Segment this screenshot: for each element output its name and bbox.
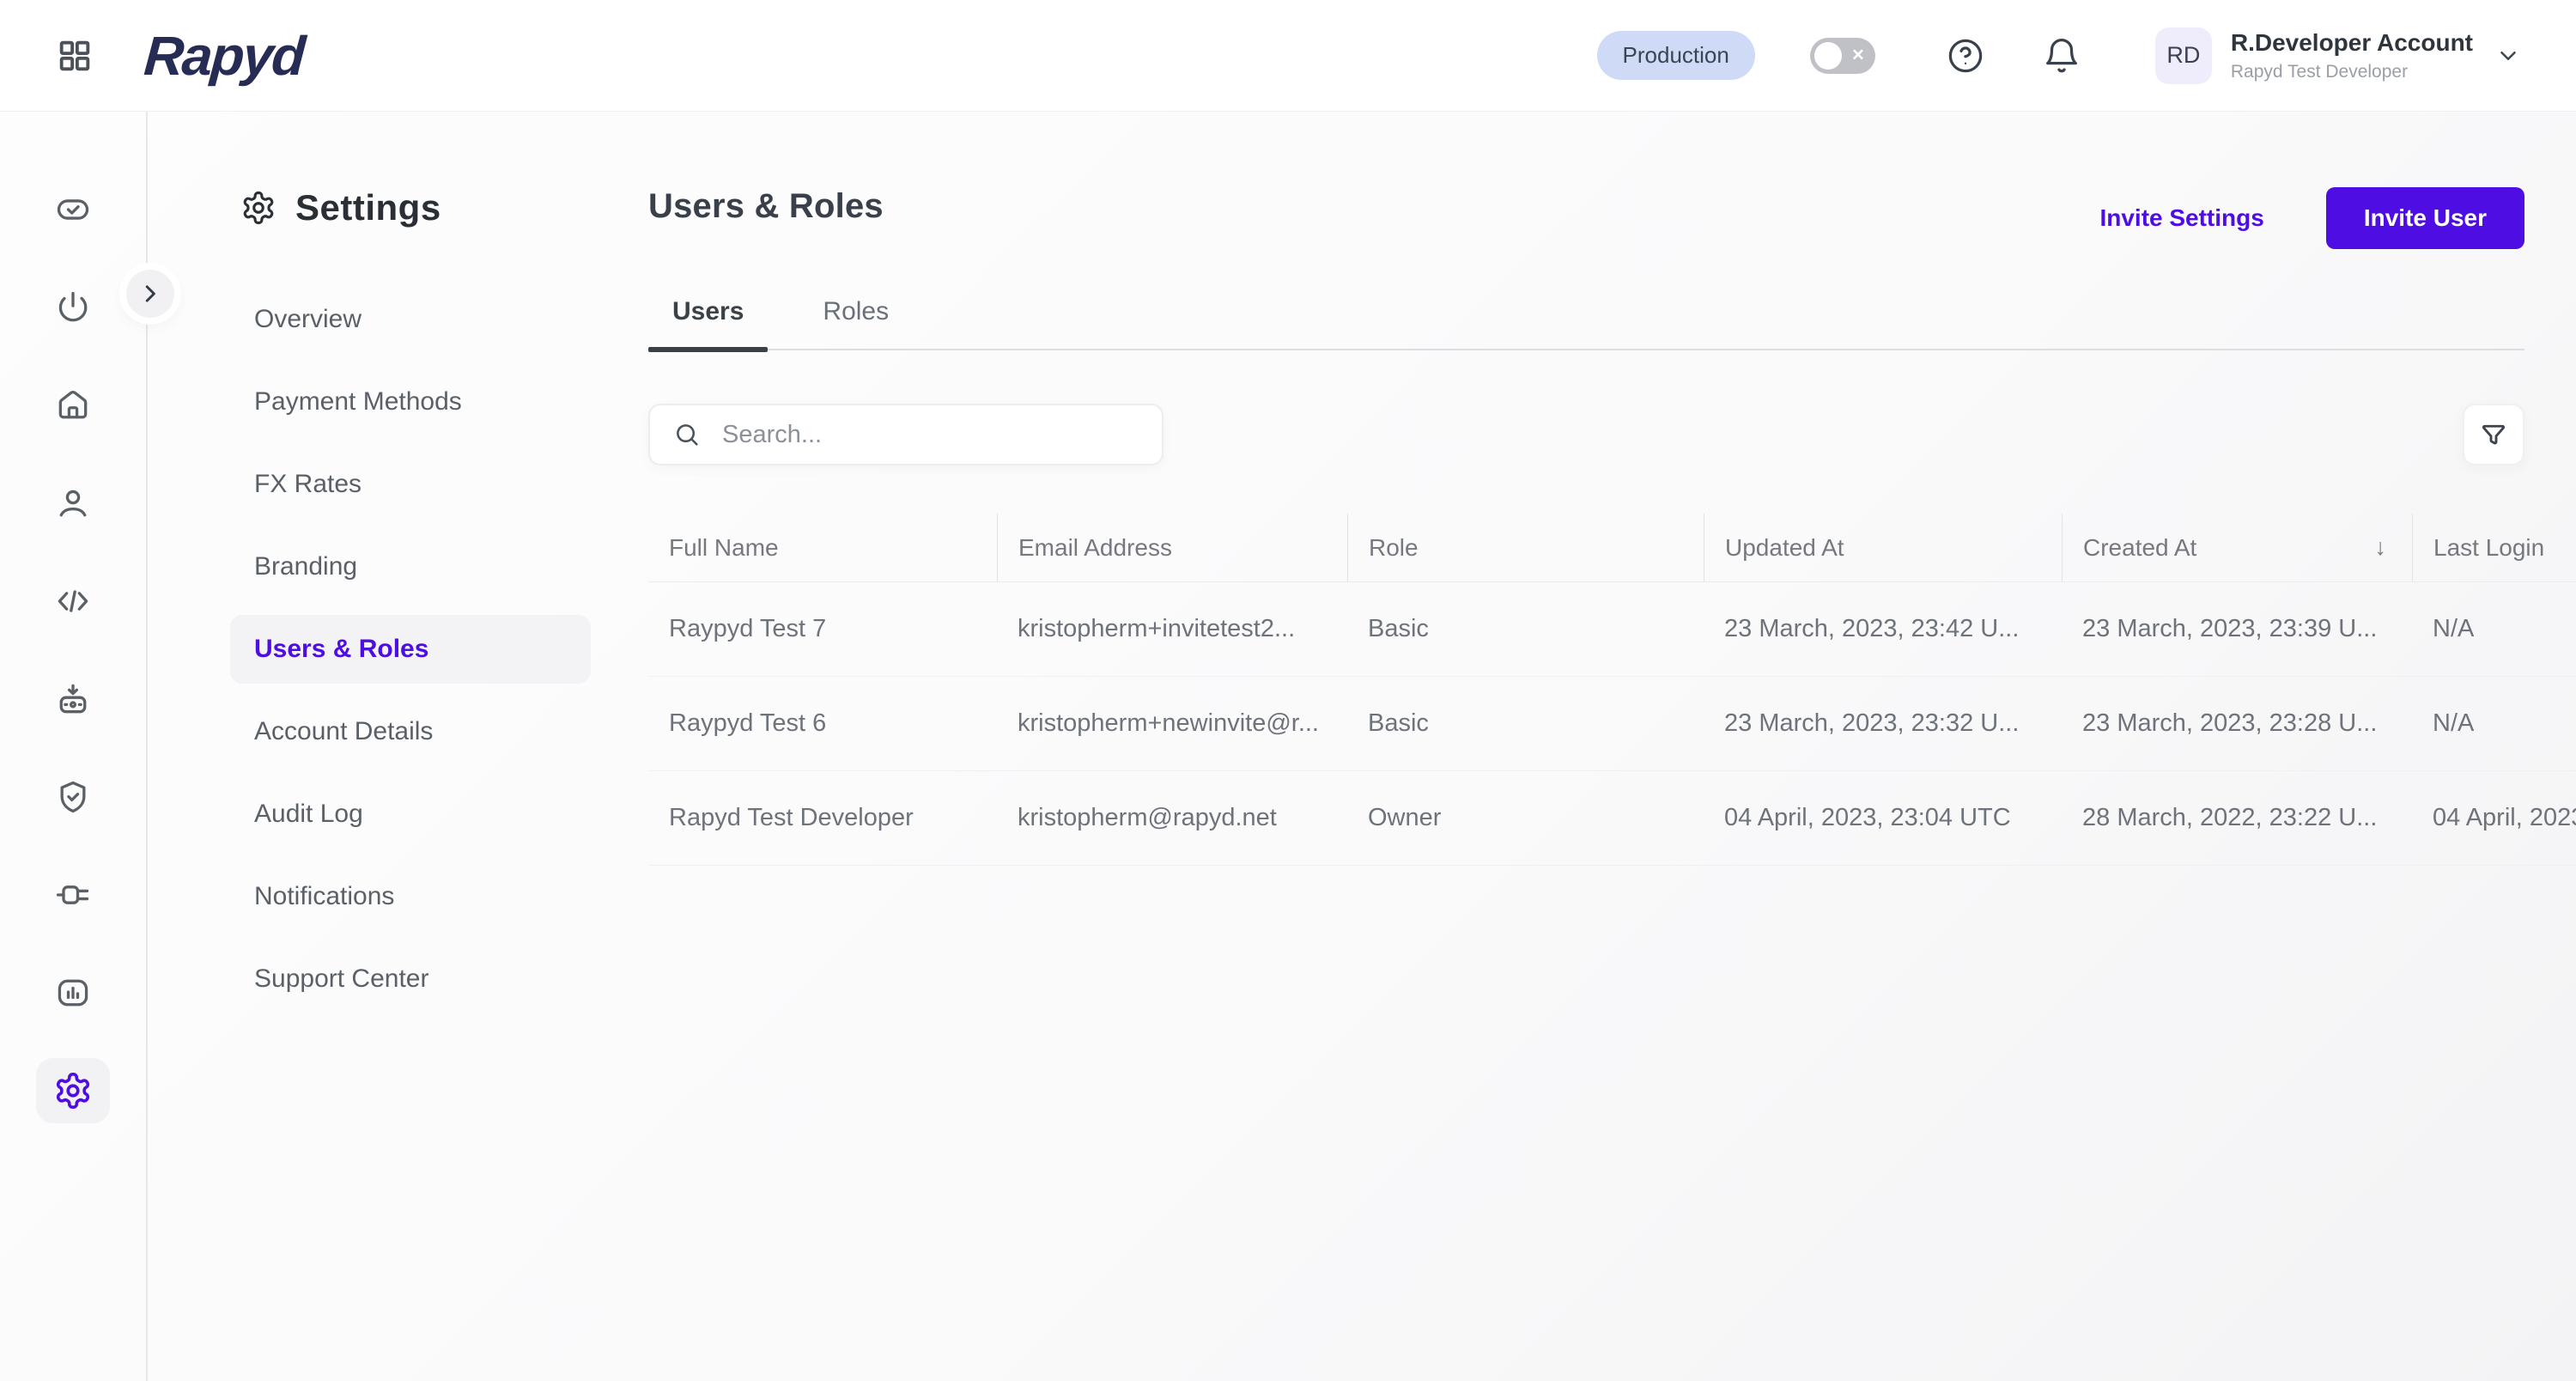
- rapyd-logo[interactable]: Rapyd: [142, 24, 306, 88]
- sort-descending-icon[interactable]: ↓: [2375, 534, 2392, 561]
- settings-item-branding[interactable]: Branding: [230, 532, 591, 601]
- main-content: Users & Roles Invite Settings Invite Use…: [635, 112, 2576, 1381]
- users-table: Full Name Email Address Role Updated At …: [648, 514, 2576, 866]
- sidebar-item-settings[interactable]: [36, 1058, 110, 1123]
- account-name: R.Developer Account: [2230, 28, 2473, 56]
- tab-roles[interactable]: Roles: [799, 297, 913, 349]
- toggle-knob: [1814, 41, 1842, 70]
- verify-check-icon: [54, 191, 92, 228]
- page-title: Users & Roles: [648, 187, 884, 225]
- sidebar-item-activate[interactable]: [36, 275, 110, 340]
- topbar: Rapyd Production × RD R.Developer Accoun…: [0, 0, 2576, 112]
- settings-item-audit-log[interactable]: Audit Log: [230, 780, 591, 849]
- filter-button[interactable]: [2463, 404, 2524, 465]
- cell-updated-at: 23 March, 2023, 23:32 U...: [1724, 709, 2020, 737]
- sidebar-expand-button[interactable]: [126, 270, 174, 318]
- cell-last-login: N/A: [2433, 615, 2475, 642]
- cell-full-name: Raypyd Test 7: [669, 615, 827, 642]
- toggle-off-label: ×: [1851, 43, 1864, 67]
- shield-check-icon: [54, 778, 92, 816]
- cell-created-at: 23 March, 2023, 23:28 U...: [2082, 709, 2378, 737]
- search-box[interactable]: [648, 404, 1163, 465]
- settings-item-users-roles[interactable]: Users & Roles: [230, 615, 591, 684]
- filter-funnel-icon: [2478, 419, 2509, 450]
- account-subtitle: Rapyd Test Developer: [2230, 61, 2409, 82]
- cell-email: kristopherm@rapyd.net: [1018, 804, 1277, 831]
- search-input[interactable]: [722, 420, 1139, 449]
- home-icon: [54, 386, 92, 424]
- column-header-email[interactable]: Email Address: [997, 514, 1347, 581]
- settings-item-account-details[interactable]: Account Details: [230, 697, 591, 766]
- table-row[interactable]: Raypyd Test 7 kristopherm+invitetest2...…: [648, 582, 2576, 677]
- cell-full-name: Rapyd Test Developer: [669, 804, 914, 831]
- settings-item-notifications[interactable]: Notifications: [230, 862, 591, 931]
- cell-created-at: 28 March, 2022, 23:22 U...: [2082, 804, 2378, 831]
- sidebar-item-customers[interactable]: [36, 471, 110, 536]
- sidebar-item-integrations[interactable]: [36, 862, 110, 928]
- settings-nav: Settings Overview Payment Methods FX Rat…: [148, 112, 635, 1381]
- plug-icon: [54, 876, 92, 914]
- cell-email: kristopherm+invitetest2...: [1018, 615, 1296, 642]
- cell-email: kristopherm+newinvite@r...: [1018, 709, 1319, 737]
- sidebar-item-compliance[interactable]: [36, 764, 110, 830]
- settings-item-fx-rates[interactable]: FX Rates: [230, 450, 591, 519]
- environment-toggle[interactable]: ×: [1809, 37, 1875, 74]
- invite-user-button[interactable]: Invite User: [2325, 187, 2524, 249]
- collect-payin-icon: [54, 680, 92, 718]
- sidebar-item-verify[interactable]: [36, 177, 110, 242]
- sidebar-item-analytics[interactable]: [36, 960, 110, 1025]
- column-header-role[interactable]: Role: [1347, 514, 1704, 581]
- search-icon: [672, 420, 702, 449]
- sidebar-item-collect[interactable]: [36, 666, 110, 732]
- apps-grid-icon[interactable]: [55, 36, 94, 76]
- gear-icon: [53, 1071, 93, 1110]
- sidebar-item-developers[interactable]: [36, 569, 110, 634]
- table-header-row: Full Name Email Address Role Updated At …: [648, 514, 2576, 582]
- invite-settings-link[interactable]: Invite Settings: [2099, 204, 2263, 232]
- cell-updated-at: 23 March, 2023, 23:42 U...: [1724, 615, 2020, 642]
- code-icon: [54, 582, 92, 620]
- bar-chart-icon: [54, 974, 92, 1012]
- cell-full-name: Raypyd Test 6: [669, 709, 827, 737]
- settings-gear-icon: [240, 190, 276, 226]
- settings-menu: Overview Payment Methods FX Rates Brandi…: [230, 278, 635, 1020]
- cell-last-login: N/A: [2433, 709, 2475, 737]
- tabs: Users Roles: [648, 297, 2524, 352]
- column-header-last-login[interactable]: Last Login: [2412, 514, 2576, 581]
- sidebar-icon-rail: [0, 112, 148, 1381]
- settings-item-overview[interactable]: Overview: [230, 285, 591, 354]
- settings-title: Settings: [295, 187, 441, 228]
- table-row[interactable]: Raypyd Test 6 kristopherm+newinvite@r...…: [648, 677, 2576, 771]
- cell-updated-at: 04 April, 2023, 23:04 UTC: [1724, 804, 2011, 831]
- user-icon: [54, 484, 92, 522]
- settings-item-payment-methods[interactable]: Payment Methods: [230, 368, 591, 436]
- environment-badge: Production: [1596, 31, 1755, 80]
- cell-role: Basic: [1368, 615, 1429, 642]
- cell-role: Basic: [1368, 709, 1429, 737]
- settings-item-support-center[interactable]: Support Center: [230, 945, 591, 1013]
- app-shell: Settings Overview Payment Methods FX Rat…: [0, 112, 2576, 1381]
- tab-users[interactable]: Users: [648, 297, 769, 352]
- power-icon: [54, 289, 92, 326]
- cell-created-at: 23 March, 2023, 23:39 U...: [2082, 615, 2378, 642]
- notifications-bell-icon[interactable]: [2042, 36, 2081, 76]
- table-row[interactable]: Rapyd Test Developer kristopherm@rapyd.n…: [648, 771, 2576, 866]
- column-header-updated-at[interactable]: Updated At: [1704, 514, 2062, 581]
- chevron-down-icon: [2495, 43, 2521, 69]
- help-icon[interactable]: [1946, 36, 1985, 76]
- column-header-full-name[interactable]: Full Name: [648, 514, 997, 581]
- column-header-created-at[interactable]: Created At ↓: [2062, 514, 2412, 581]
- sidebar-item-home[interactable]: [36, 373, 110, 438]
- cell-role: Owner: [1368, 804, 1442, 831]
- cell-last-login: 04 April, 2023: [2433, 804, 2576, 831]
- avatar: RD: [2154, 27, 2212, 84]
- account-menu[interactable]: RD R.Developer Account Rapyd Test Develo…: [2154, 27, 2521, 84]
